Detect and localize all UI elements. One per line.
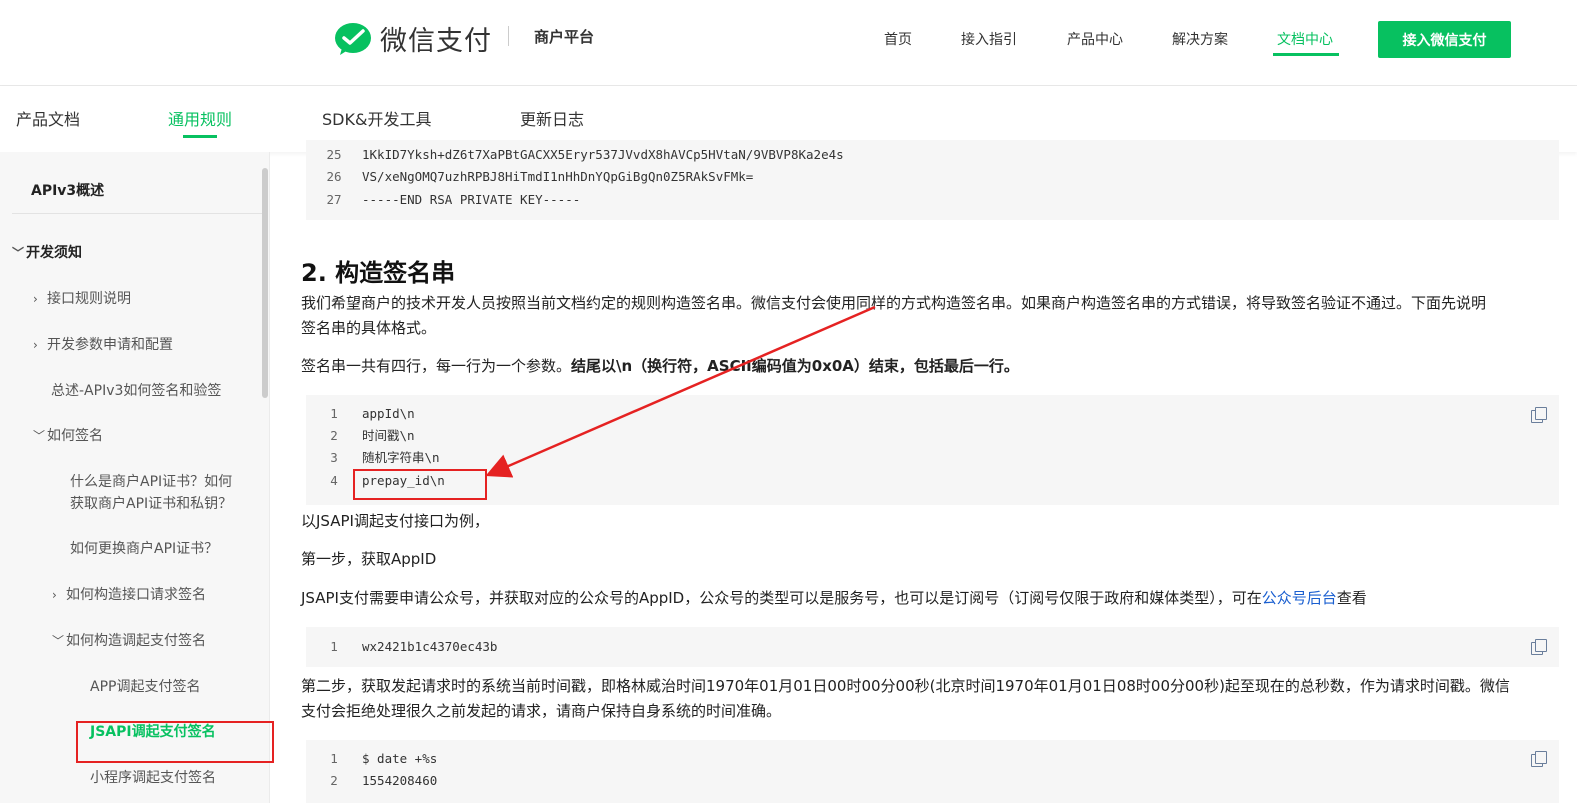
sidebar-item-label: 接口规则说明: [47, 291, 131, 307]
sidebar-divider: [12, 213, 262, 214]
copy-icon[interactable]: [1531, 639, 1547, 655]
paragraph-step1: 第一步，获取AppID: [301, 550, 437, 568]
annotation-highlight-box: [353, 469, 487, 500]
paragraph-text: 签名串一共有四行，每一行为一个参数。: [301, 357, 572, 375]
code-line: 26 VS/xeNgOMQ7uzhRPBJ8HiTmdI1nHhDnYQpGiBg…: [306, 166, 753, 188]
section-heading: 2. 构造签名串: [301, 259, 456, 287]
sidebar-item-sign-overview[interactable]: 总述-APIv3如何签名和验签: [51, 380, 221, 402]
sidebar-item-label: 如何签名: [47, 428, 103, 444]
line-number: 2: [330, 773, 338, 788]
copy-icon[interactable]: [1531, 407, 1547, 423]
sidebar-item-label: 开发须知: [26, 245, 82, 261]
sidebar-item-label: 开发参数申请和配置: [47, 337, 173, 353]
code-text: 随机字符串\n: [362, 450, 440, 465]
code-block-appid: 1 wx2421b1c4370ec43b: [306, 627, 1559, 667]
line-number: 26: [326, 169, 342, 184]
paragraph-format: 签名串一共有四行，每一行为一个参数。结尾以\n（换行符，ASCII编码值为0x0…: [301, 354, 1563, 379]
official-account-backend-link[interactable]: 公众号后台: [1262, 589, 1337, 607]
paragraph-bold-text: 结尾以\n（换行符，ASCII编码值为0x0A）结束，包括最后一行。: [571, 357, 1019, 375]
sidebar-item-apiv3-overview[interactable]: APIv3概述: [31, 180, 104, 202]
line-number: 1: [330, 639, 338, 654]
code-line: 1 $ date +%s: [306, 748, 437, 770]
sidebar-item-api-rules[interactable]: › 接口规则说明: [33, 288, 131, 310]
code-text: 1KkID7Yksh+dZ6t7XaPBtGACXX5Eryr537JVvdX8…: [362, 147, 844, 162]
code-text: $ date +%s: [362, 751, 438, 766]
tab-product-docs[interactable]: 产品文档: [16, 106, 80, 130]
sidebar-scrollbar[interactable]: [262, 168, 268, 398]
code-text: -----END RSA PRIVATE KEY-----: [362, 192, 581, 207]
chevron-right-icon: ›: [52, 588, 57, 602]
sidebar-item-how-to-sign[interactable]: ﹀ 如何签名: [33, 425, 103, 447]
sidebar-item-label: 如何构造接口请求签名: [66, 587, 206, 603]
sidebar-item-miniprogram-pay-sign[interactable]: 小程序调起支付签名: [90, 767, 216, 789]
paragraph-line: 我们希望商户的技术开发人员按照当前文档约定的规则构造签名串。微信支付会使用同样的…: [301, 294, 1487, 312]
nav-solutions[interactable]: 解决方案: [1172, 29, 1228, 49]
line-number: 2: [330, 428, 338, 443]
code-line: 3 随机字符串\n: [306, 447, 440, 469]
chevron-right-icon: ›: [33, 292, 38, 306]
sidebar-item-replace-cert[interactable]: 如何更换商户API证书？: [70, 538, 218, 560]
sidebar-item-what-is-cert[interactable]: 什么是商户API证书？如何 获取商户API证书和私钥？: [70, 471, 232, 515]
logo-separator: [508, 26, 509, 46]
sidebar-item-dev-notes[interactable]: ﹀ 开发须知: [12, 242, 82, 264]
sidebar-item-dev-params[interactable]: › 开发参数申请和配置: [33, 334, 173, 356]
paragraph-line: 第二步，获取发起请求时的系统当前时间戳，即格林威治时间1970年01月01日00…: [301, 677, 1510, 695]
code-text: 1554208460: [362, 773, 438, 788]
code-line: 1 wx2421b1c4370ec43b: [306, 636, 497, 658]
paragraph-text: JSAPI支付需要申请公众号，并获取对应的公众号的AppID，公众号的类型可以是…: [301, 589, 1262, 607]
code-block-signature-format: 1 appId\n 2 时间戳\n 3 随机字符串\n 4 prepay_id\n: [306, 395, 1559, 505]
paragraph-line: 支付会拒绝处理很久之前发起的请求，请商户保持自身系统的时间准确。: [301, 702, 782, 720]
copy-icon[interactable]: [1531, 751, 1547, 767]
paragraph-text: 查看: [1336, 589, 1367, 607]
nav-active-underline: [1273, 53, 1339, 56]
sidebar-item-label: 如何构造调起支付签名: [66, 633, 206, 649]
paragraph-intro: 我们希望商户的技术开发人员按照当前文档约定的规则构造签名串。微信支付会使用同样的…: [301, 291, 1563, 341]
join-wechat-pay-button[interactable]: 接入微信支付: [1378, 21, 1511, 58]
paragraph-line: 签名串的具体格式。: [301, 319, 437, 337]
annotation-highlight-box: [76, 721, 274, 763]
chevron-right-icon: ›: [33, 338, 38, 352]
sidebar-item-request-sign[interactable]: › 如何构造接口请求签名: [52, 584, 206, 606]
line-number: 3: [330, 450, 338, 465]
chevron-down-icon: ﹀: [33, 429, 46, 443]
nav-home[interactable]: 首页: [884, 29, 912, 49]
line-number: 1: [330, 406, 338, 421]
code-line: 1 appId\n: [306, 403, 415, 425]
line-number: 27: [326, 192, 342, 207]
code-line: 27 -----END RSA PRIVATE KEY-----: [306, 189, 580, 211]
code-block-timestamp: 1 $ date +%s 2 1554208460: [306, 740, 1559, 803]
sidebar-item-pay-sign[interactable]: ﹀ 如何构造调起支付签名: [52, 630, 206, 652]
line-number: 25: [326, 147, 342, 162]
line-number: 1: [330, 751, 338, 766]
wechat-pay-logo[interactable]: 微信支付: [334, 19, 492, 58]
tab-sdk-tools[interactable]: SDK&开发工具: [322, 106, 431, 130]
code-text: VS/xeNgOMQ7uzhRPBJ8HiTmdI1nHhDnYQpGiBgQn…: [362, 169, 754, 184]
nav-docs[interactable]: 文档中心: [1277, 29, 1333, 49]
code-block-private-key: 25 1KkID7Yksh+dZ6t7XaPBtGACXX5Eryr537JVvd…: [306, 140, 1559, 220]
chevron-down-icon: ﹀: [52, 634, 65, 648]
platform-name: 商户平台: [534, 28, 595, 46]
paragraph-appid: JSAPI支付需要申请公众号，并获取对应的公众号的AppID，公众号的类型可以是…: [301, 586, 1563, 611]
sidebar-item-label: 什么是商户API证书？如何: [70, 474, 233, 490]
logo-text: 微信支付: [380, 26, 492, 57]
code-line: 25 1KkID7Yksh+dZ6t7XaPBtGACXX5Eryr537JVvd…: [306, 144, 844, 166]
sidebar-item-label: 获取商户API证书和私钥？: [70, 496, 233, 512]
paragraph-step2: 第二步，获取发起请求时的系统当前时间戳，即格林威治时间1970年01月01日00…: [301, 674, 1563, 724]
top-header: 微信支付 商户平台 首页 接入指引 产品中心 解决方案 文档中心 接入微信支付: [0, 0, 1577, 86]
wechat-pay-logo-icon: [335, 22, 371, 55]
code-text: wx2421b1c4370ec43b: [362, 639, 498, 654]
code-text: 时间戳\n: [362, 428, 415, 443]
code-line: 2 1554208460: [306, 770, 437, 792]
nav-products[interactable]: 产品中心: [1067, 29, 1123, 49]
tab-general-rules[interactable]: 通用规则: [168, 106, 232, 130]
tab-changelog[interactable]: 更新日志: [520, 106, 584, 130]
tab-active-underline: [183, 135, 217, 138]
paragraph-example: 以JSAPI调起支付接口为例，: [301, 512, 489, 530]
sidebar-item-app-pay-sign[interactable]: APP调起支付签名: [90, 676, 200, 698]
code-text: appId\n: [362, 406, 415, 421]
nav-guide[interactable]: 接入指引: [961, 29, 1017, 49]
code-line: 2 时间戳\n: [306, 425, 415, 447]
chevron-down-icon: ﹀: [12, 246, 25, 260]
